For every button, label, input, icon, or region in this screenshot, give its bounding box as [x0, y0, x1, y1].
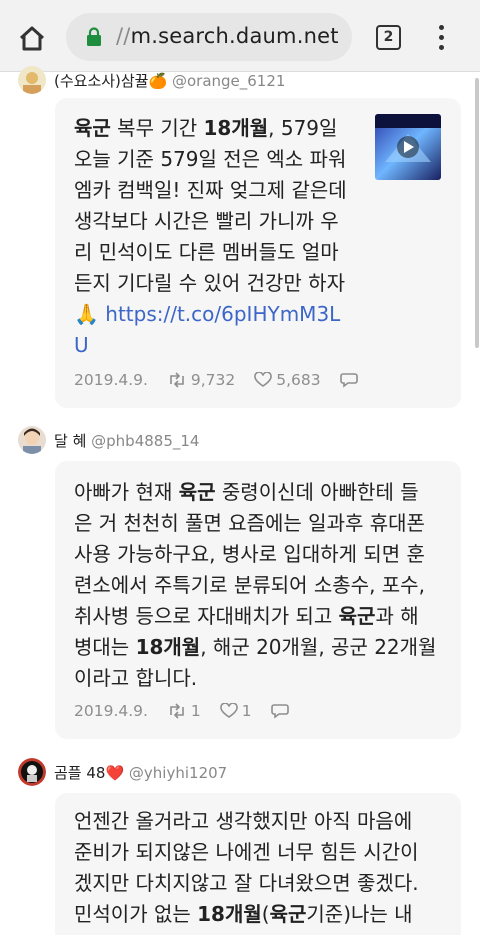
home-icon[interactable]	[14, 20, 50, 56]
tweet-text-segment: 리 민석이도 다른 멤버들도 얼마	[74, 240, 339, 264]
retweet-icon	[170, 371, 184, 388]
tweet-text-line: 준비가 되지않은 나에겐 너무 힘든 시간이	[74, 837, 419, 868]
tweet-text-line: 육군 복무 기간 18개월, 579일	[74, 113, 347, 144]
reply-icon	[270, 703, 289, 719]
author-handle: @orange_6121	[171, 72, 286, 90]
like-button[interactable]: 1	[219, 701, 252, 720]
tweet-text-line: 오늘 기준 579일 전은 엑소 파워	[74, 144, 347, 175]
address-bar[interactable]: //m.search.daum.net	[66, 13, 352, 61]
url-text: //m.search.daum.net	[116, 24, 339, 48]
browser-toolbar: //m.search.daum.net 2	[0, 0, 480, 72]
tweet-text-line: 이라고 합니다.	[74, 663, 436, 694]
tweet-text-line: 은 거 천천히 풀면 요즘에는 일과후 휴대폰	[74, 508, 436, 539]
tweet-text-line: 생각보다 시간은 빨리 가니까 우	[74, 206, 347, 237]
author-name: 달 혜	[54, 432, 87, 450]
tweet-text-line: 리 민석이도 다른 멤버들도 얼마	[74, 237, 347, 268]
tweet-text-segment: 준비가 되지않은 나에겐 너무 힘든 시간이	[74, 840, 419, 864]
retweet-button[interactable]: 1	[167, 702, 201, 720]
retweet-button[interactable]: 9,732	[167, 371, 235, 389]
reply-button[interactable]	[270, 702, 293, 720]
tweet-text-segment: , 579일	[268, 116, 338, 140]
url-host: m.search.daum.net	[130, 24, 339, 48]
tweet-text-segment: (	[261, 902, 270, 926]
tweet-text-segment: 엠카 컴백일! 진짜 엊그제 같은데	[74, 178, 347, 202]
tweet-text: 육군 복무 기간 18개월, 579일오늘 기준 579일 전은 엑소 파워엠카…	[74, 113, 347, 361]
tweet-text: 아빠가 현재 육군 중령이신데 아빠한테 들은 거 천천히 풀면 요즘에는 일과…	[74, 477, 436, 694]
tweet-text-line: 엠카 컴백일! 진짜 엊그제 같은데	[74, 175, 347, 206]
tweet-text-line: U	[74, 330, 347, 361]
tweet-text-segment: 병대는	[74, 635, 136, 659]
tweet-text-line: 민석이가 없는 18개월(육군기준)나는 내	[74, 899, 419, 930]
author-handle: @yhiyhi1207	[128, 764, 228, 782]
highlighted-keyword: 육군	[269, 902, 307, 926]
url-scheme: //	[116, 24, 131, 48]
tweet-date: 2019.4.9.	[74, 370, 148, 389]
highlighted-keyword: 육군	[338, 604, 376, 628]
tweet-text-segment: 민석이가 없는	[74, 902, 198, 926]
tweet-text-line: 겠지만 다치지않고 잘 다녀왔으면 좋겠다.	[74, 868, 419, 899]
tweet-text-segment: 겠지만 다치지않고 잘 다녀왔으면 좋겠다.	[74, 871, 419, 895]
like-count: 5,683	[276, 370, 321, 389]
tweet-text-line: 취사병 등으로 자대배치가 되고 육군과 해	[74, 601, 436, 632]
tweet-text-line: 든지 기다릴 수 있어 건강만 하자	[74, 268, 347, 299]
tweet-text-line: 언젠간 올거라고 생각했지만 아직 마음에	[74, 806, 419, 837]
reply-icon	[339, 372, 358, 388]
tweet-card[interactable]: 아빠가 현재 육군 중령이신데 아빠한테 들은 거 천천히 풀면 요즘에는 일과…	[55, 461, 461, 739]
tweet-meta: 2019.4.9. 9,732 5,683	[74, 370, 376, 389]
retweet-count: 9,732	[190, 370, 236, 389]
tweet-text-segment: 이라고 합니다.	[74, 666, 198, 690]
tweet-card[interactable]: 언젠간 올거라고 생각했지만 아직 마음에준비가 되지않은 나에겐 너무 힘든 …	[55, 793, 461, 935]
tweet-text-segment: 사용 가능하구요, 병사로 입대하게 되면 훈	[74, 542, 425, 566]
tweet-text-segment: 오늘 기준 579일 전은 엑소 파워	[74, 147, 347, 171]
tweet-text-segment: 련소에서 주특기로 분류되어 소총수, 포수,	[74, 573, 425, 597]
tweet-text-line: 🙏 https://t.co/6pIHYmM3L	[74, 299, 347, 330]
tweet-text-segment: 🙏	[74, 302, 106, 326]
tweet-date: 2019.4.9.	[74, 701, 148, 720]
tweet-text-segment: 은 거 천천히 풀면 요즘에는 일과후 휴대폰	[74, 511, 425, 535]
author-name: 곰플 48❤️	[54, 764, 125, 782]
highlighted-keyword: 18개월	[203, 116, 269, 140]
tweet-text-line: 아빠가 현재 육군 중령이신데 아빠한테 들	[74, 477, 436, 508]
tweet-text-line: 병대는 18개월, 해군 20개월, 공군 22개월	[74, 632, 436, 663]
tweet-text-segment: 든지 기다릴 수 있어 건강만 하자	[74, 271, 345, 295]
retweet-count: 1	[190, 701, 201, 720]
like-button[interactable]: 5,683	[254, 370, 321, 389]
tweet-text-segment: 언젠간 올거라고 생각했지만 아직 마음에	[74, 809, 413, 833]
tweet-link[interactable]: U	[74, 333, 89, 357]
avatar[interactable]	[18, 758, 46, 786]
tweet-text-segment: 아빠가 현재	[74, 480, 179, 504]
tweet-card[interactable]: 육군 복무 기간 18개월, 579일오늘 기준 579일 전은 엑소 파워엠카…	[55, 98, 461, 408]
like-count: 1	[241, 701, 252, 720]
tweet-text-segment: 복무 기간	[110, 116, 204, 140]
tweet-link[interactable]: https://t.co/6pIHYmM3L	[105, 302, 340, 326]
tweet-text-segment: 기준)나는 내	[306, 902, 413, 926]
tweet-text-line: 련소에서 주특기로 분류되어 소총수, 포수,	[74, 570, 436, 601]
retweet-icon	[170, 702, 184, 719]
scrollbar[interactable]	[475, 78, 479, 348]
heart-icon	[219, 701, 238, 718]
tweet-text-line: 사용 가능하구요, 병사로 입대하게 되면 훈	[74, 539, 436, 570]
avatar[interactable]	[18, 426, 46, 454]
lock-icon	[86, 27, 102, 47]
reply-button[interactable]	[339, 371, 362, 389]
tweet-text-segment: 과 해	[375, 604, 419, 628]
highlighted-keyword: 육군	[178, 480, 216, 504]
overflow-menu-icon[interactable]	[430, 22, 454, 54]
highlighted-keyword: 육군	[74, 116, 111, 140]
tab-switcher-button[interactable]: 2	[376, 25, 401, 50]
tweet-text-segment: 취사병 등으로 자대배치가 되고	[74, 604, 339, 628]
tweet-meta: 2019.4.9. 1 1	[74, 701, 307, 720]
tweet-text-segment: 생각보다 시간은 빨리 가니까 우	[74, 209, 339, 233]
heart-icon	[254, 370, 273, 387]
author-name: (수요소사)삼뀰🍊	[54, 72, 168, 90]
video-thumbnail[interactable]	[375, 114, 441, 180]
tweet-text: 언젠간 올거라고 생각했지만 아직 마음에준비가 되지않은 나에겐 너무 힘든 …	[74, 806, 419, 930]
tweet-text-segment: 중령이신데 아빠한테 들	[215, 480, 419, 504]
tweet-text-segment: , 해군 20개월, 공군 22개월	[200, 635, 437, 659]
avatar[interactable]	[18, 66, 46, 94]
author-handle: @phb4885_14	[91, 432, 200, 450]
highlighted-keyword: 18개월	[197, 902, 262, 926]
highlighted-keyword: 18개월	[135, 635, 201, 659]
